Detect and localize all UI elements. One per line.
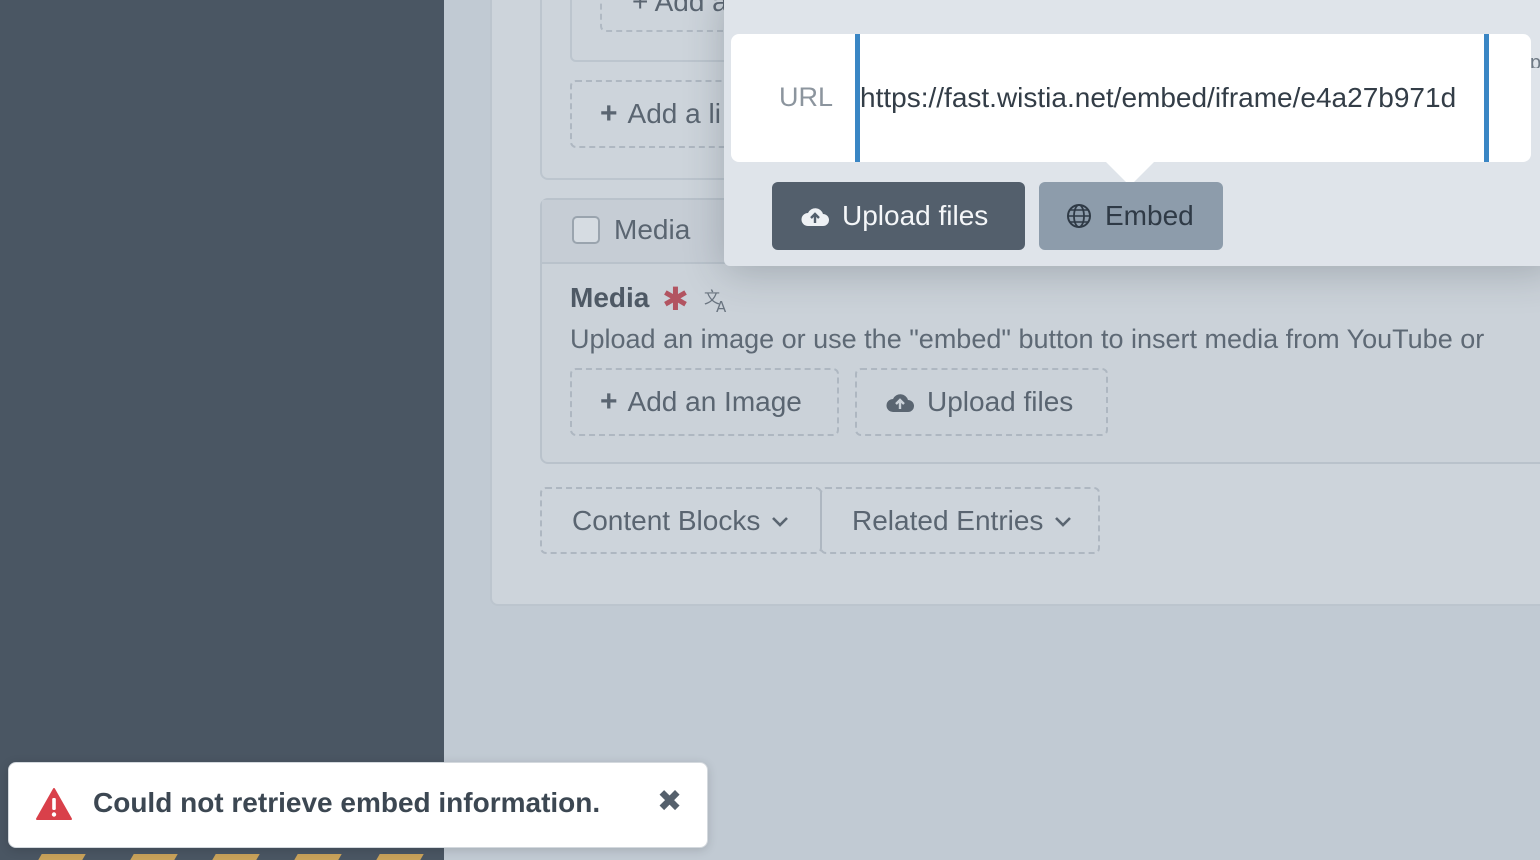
- edge-fragment: p: [1530, 52, 1540, 68]
- add-link-button-label: Add a li: [627, 98, 721, 129]
- related-entries-label: Related Entries: [852, 504, 1044, 536]
- upload-cloud-icon: [800, 204, 830, 228]
- toast-message: Could not retrieve embed information.: [93, 787, 601, 818]
- url-label: URL: [779, 82, 834, 112]
- add-image-button[interactable]: + Add an Image: [570, 368, 839, 436]
- upload-files-button-label: Upload files: [927, 386, 1074, 417]
- translate-icon: 文 A: [704, 286, 732, 319]
- sidebar-stripes: [0, 854, 444, 860]
- content-blocks-label: Content Blocks: [572, 504, 761, 536]
- upload-files-button[interactable]: Upload files: [855, 368, 1108, 436]
- plus-icon: +: [600, 385, 618, 418]
- plus-icon: +: [600, 97, 618, 130]
- media-field-help: Upload an image or use the "embed" butto…: [570, 324, 1485, 354]
- popover-embed-label: Embed: [1105, 200, 1194, 231]
- required-star-icon: ✱: [662, 281, 689, 317]
- warning-icon: [35, 787, 73, 826]
- related-entries-button[interactable]: Related Entries: [820, 487, 1100, 554]
- error-toast: Could not retrieve embed information. ✖: [8, 762, 708, 848]
- add-image-button-label: Add an Image: [627, 386, 802, 417]
- previous-add-button-label: + Add a: [632, 0, 728, 17]
- svg-text:A: A: [716, 298, 727, 314]
- chevron-down-icon: [1053, 514, 1073, 528]
- upload-cloud-icon: [885, 390, 915, 414]
- media-block-title: Media: [614, 214, 691, 245]
- media-block-checkbox[interactable]: [572, 216, 600, 244]
- popover-upload-files-label: Upload files: [842, 200, 989, 231]
- content-blocks-button[interactable]: Content Blocks: [540, 487, 822, 554]
- popover-embed-button[interactable]: Embed: [1039, 182, 1223, 250]
- chevron-down-icon: [770, 514, 790, 528]
- globe-icon: [1065, 202, 1093, 230]
- left-sidebar: [0, 0, 444, 860]
- media-field-label: Media: [570, 282, 650, 313]
- popover-upload-files-button[interactable]: Upload files: [772, 182, 1025, 250]
- url-input[interactable]: [855, 34, 1489, 162]
- close-icon[interactable]: ✖: [657, 787, 682, 817]
